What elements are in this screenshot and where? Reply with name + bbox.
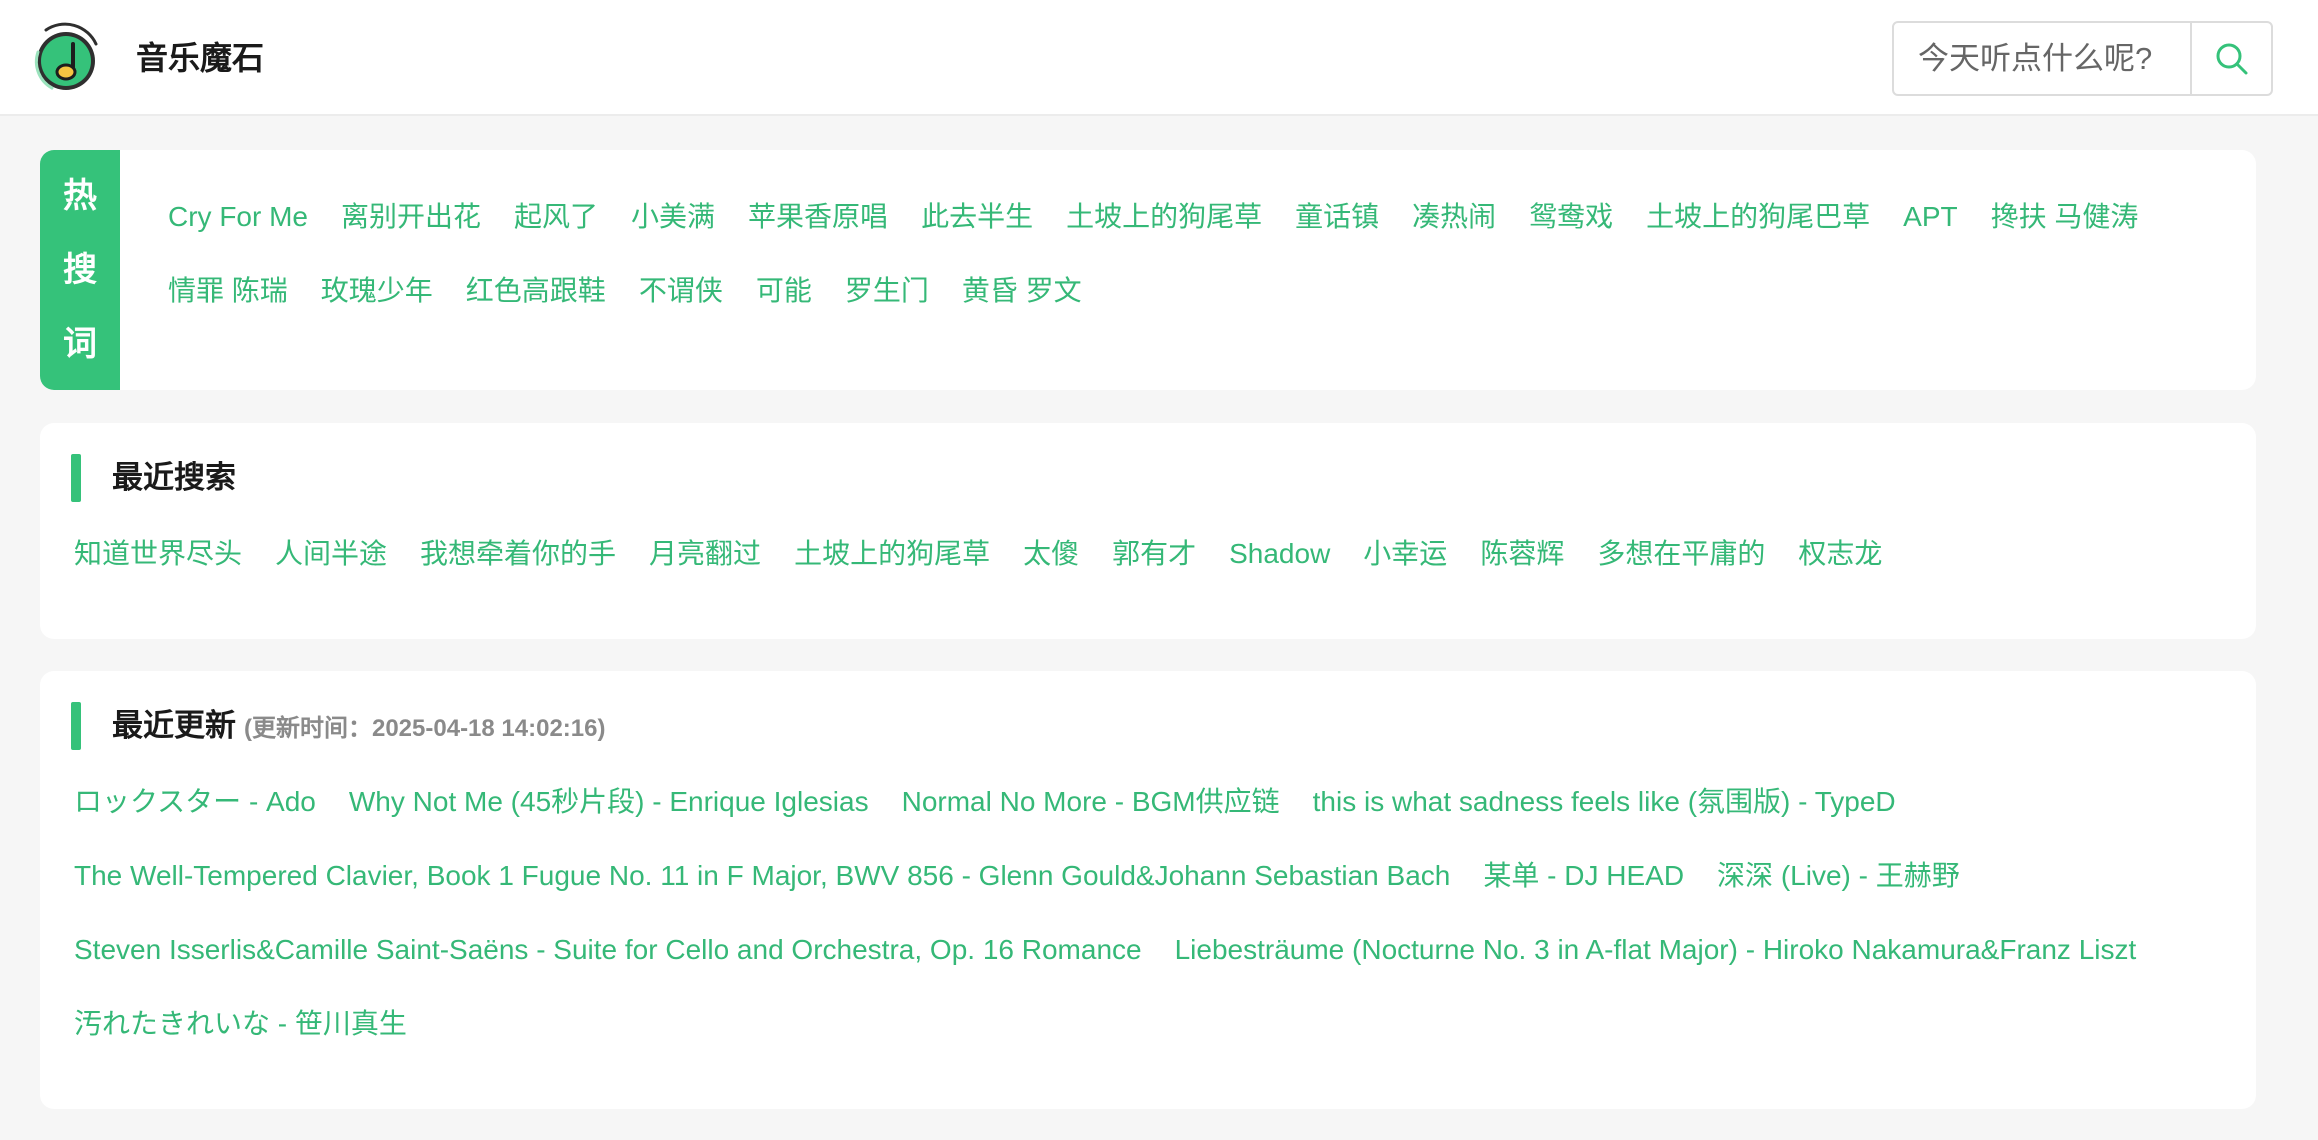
recent-search-panel: 最近搜索 知道世界尽头 人间半途 我想牵着你的手 月亮翻过 土坡上的狗尾草 太傻 郭有才 Sh… <box>40 423 2256 639</box>
hot-search-item[interactable]: 小美满 <box>631 180 715 254</box>
music-note-logo-icon[interactable] <box>32 22 100 94</box>
hot-search-item[interactable]: 情罪 陈瑞 <box>168 254 288 328</box>
hot-search-item[interactable]: 不谓侠 <box>639 254 723 328</box>
hot-search-item[interactable]: 童话镇 <box>1295 180 1379 254</box>
hot-search-list: Cry For Me 离别开出花 起风了 小美满 苹果香原唱 此去半生 土坡上的狗尾草 童话镇… <box>168 180 2228 328</box>
app-title[interactable]: 音乐魔石 <box>136 36 264 80</box>
section-accent-bar <box>71 702 81 750</box>
recent-search-item[interactable]: 小幸运 <box>1363 517 1447 591</box>
recent-update-panel: 最近更新 (更新时间：2025-04-18 14:02:16) ロックスター - … <box>40 671 2256 1109</box>
recent-search-item[interactable]: 人间半途 <box>275 517 387 591</box>
search-button[interactable] <box>2190 23 2271 94</box>
hot-label-char: 热 <box>63 177 97 215</box>
recent-search-item[interactable]: 我想牵着你的手 <box>420 517 616 591</box>
hot-search-item[interactable]: 玫瑰少年 <box>321 254 433 328</box>
hot-label-char: 词 <box>63 325 97 363</box>
recent-search-item[interactable]: 土坡上的狗尾草 <box>794 517 990 591</box>
hot-search-item[interactable]: 鸳鸯戏 <box>1529 180 1613 254</box>
recent-search-list: 知道世界尽头 人间半途 我想牵着你的手 月亮翻过 土坡上的狗尾草 太傻 郭有才 Shadow 小… <box>74 517 2254 591</box>
hot-search-item[interactable]: 离别开出花 <box>341 180 481 254</box>
search-input[interactable] <box>1894 23 2190 94</box>
search-icon <box>2216 43 2247 74</box>
recent-update-item[interactable]: Normal No More - BGM供应链 <box>902 765 1280 839</box>
hot-search-item[interactable]: 起风了 <box>514 180 598 254</box>
update-time-text: (更新时间：2025-04-18 14:02:16) <box>244 715 606 742</box>
recent-update-item[interactable]: 深深 (Live) - 王赫野 <box>1717 839 1960 913</box>
recent-update-item[interactable]: Steven Isserlis&Camille Saint-Saëns - Su… <box>74 913 1142 987</box>
hot-label-char: 搜 <box>63 251 97 289</box>
recent-search-item[interactable]: 多想在平庸的 <box>1597 517 1765 591</box>
hot-search-item[interactable]: 凑热闹 <box>1412 180 1496 254</box>
hot-search-label: 热 搜 词 <box>40 150 120 390</box>
hot-search-panel: 热 搜 词 Cry For Me 离别开出花 起风了 小美满 苹果香原唱 此去半生 土坡上的… <box>40 150 2256 390</box>
hot-search-item[interactable]: 可能 <box>756 254 812 328</box>
hot-search-item[interactable]: 搀扶 马健涛 <box>1991 180 2139 254</box>
recent-update-item[interactable]: Liebesträume (Nocturne No. 3 in A-flat M… <box>1175 913 2137 987</box>
top-header: 音乐魔石 <box>0 0 2318 116</box>
recent-search-item[interactable]: Shadow <box>1229 517 1330 591</box>
recent-update-item[interactable]: this is what sadness feels like (氛围版) - … <box>1313 765 1896 839</box>
hot-search-item[interactable]: 苹果香原唱 <box>748 180 888 254</box>
hot-search-item[interactable]: APT <box>1903 180 1957 254</box>
recent-update-title-text: 最近更新 <box>112 708 236 743</box>
hot-search-item[interactable]: 黄昏 罗文 <box>962 254 1082 328</box>
recent-search-item[interactable]: 权志龙 <box>1798 517 1882 591</box>
hot-search-item[interactable]: 红色高跟鞋 <box>466 254 606 328</box>
recent-update-item[interactable]: The Well-Tempered Clavier, Book 1 Fugue … <box>74 839 1450 913</box>
recent-search-item[interactable]: 知道世界尽头 <box>74 517 242 591</box>
hot-search-item[interactable]: 土坡上的狗尾巴草 <box>1646 180 1870 254</box>
recent-update-item[interactable]: ロックスター - Ado <box>74 765 316 839</box>
recent-search-item[interactable]: 陈蓉辉 <box>1480 517 1564 591</box>
recent-update-list: ロックスター - Ado Why Not Me (45秒片段) - Enrique… <box>74 765 2254 1061</box>
recent-update-title: 最近更新 (更新时间：2025-04-18 14:02:16) <box>112 702 606 753</box>
recent-search-item[interactable]: 太傻 <box>1023 517 1079 591</box>
hot-search-item[interactable]: 罗生门 <box>845 254 929 328</box>
recent-search-title: 最近搜索 <box>112 460 236 495</box>
recent-search-item[interactable]: 郭有才 <box>1112 517 1196 591</box>
recent-update-item[interactable]: 汚れたきれいな - 笹川真生 <box>74 987 407 1061</box>
hot-search-item[interactable]: 土坡上的狗尾草 <box>1066 180 1262 254</box>
section-accent-bar <box>71 454 81 502</box>
recent-search-item[interactable]: 月亮翻过 <box>649 517 761 591</box>
recent-update-item[interactable]: Why Not Me (45秒片段) - Enrique Iglesias <box>349 765 869 839</box>
hot-search-item[interactable]: 此去半生 <box>921 180 1033 254</box>
hot-search-item[interactable]: Cry For Me <box>168 180 308 254</box>
search-box <box>1892 21 2273 96</box>
recent-update-item[interactable]: 某单 - DJ HEAD <box>1483 839 1684 913</box>
